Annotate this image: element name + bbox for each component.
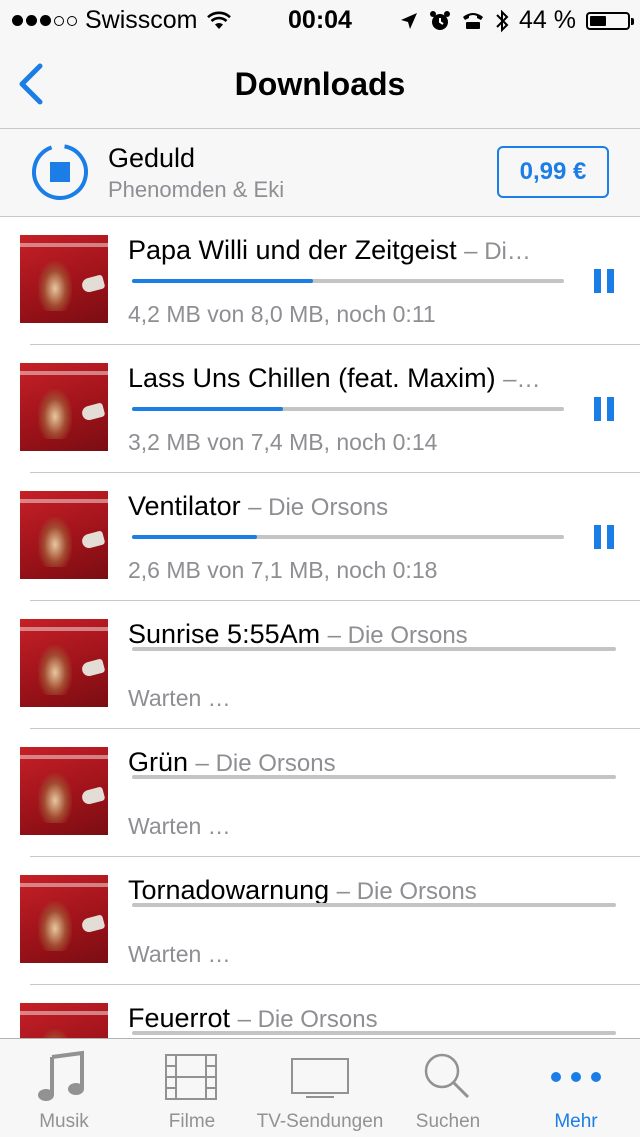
tab-label: Suchen xyxy=(415,1111,481,1132)
album-artwork xyxy=(20,235,108,323)
download-progress-bar xyxy=(132,535,564,539)
battery-percent: 44 % xyxy=(519,6,576,34)
download-progress-bar xyxy=(132,1031,616,1035)
download-row[interactable]: Tornadowarnung – Die Orsons Warten … xyxy=(0,857,640,985)
song-title: Grün xyxy=(128,747,189,777)
album-artwork xyxy=(20,875,108,963)
tab-filme[interactable]: Filme xyxy=(128,1039,256,1137)
tab-bar: Musik Filme TV-Sendungen Suchen Mehr xyxy=(0,1038,640,1137)
song-artist: – Di… xyxy=(464,238,531,265)
price-button[interactable]: 0,99 € xyxy=(497,146,609,198)
song-artist: – Die Orsons xyxy=(336,878,477,905)
navigation-bar: Downloads xyxy=(0,40,640,129)
bluetooth-icon xyxy=(496,9,509,32)
download-status: 3,2 MB von 7,4 MB, noch 0:14 xyxy=(128,429,438,455)
location-arrow-icon xyxy=(401,12,418,29)
download-row[interactable]: Papa Willi und der Zeitgeist – Di… 4,2 MB… xyxy=(0,217,640,345)
tab-label: Filme xyxy=(168,1111,216,1132)
more-icon xyxy=(551,1072,601,1082)
song-title: Feuerrot xyxy=(128,1003,231,1033)
song-title: Lass Uns Chillen (feat. Maxim) xyxy=(128,363,496,393)
tv-icon xyxy=(291,1058,349,1098)
current-download: Geduld Phenomden & Eki 0,99 € xyxy=(0,129,640,217)
pause-icon[interactable] xyxy=(594,269,614,293)
download-row[interactable]: Ventilator – Die Orsons 2,6 MB von 7,1 MB… xyxy=(0,473,640,601)
tab-label: Musik xyxy=(39,1111,89,1132)
download-status: Warten … xyxy=(128,685,231,711)
tab-musik[interactable]: Musik xyxy=(0,1039,128,1137)
tab-label: TV-Sendungen xyxy=(256,1111,384,1132)
song-artist: – Die Orsons xyxy=(327,622,468,649)
battery-icon xyxy=(586,11,634,30)
download-progress-bar xyxy=(132,775,616,779)
download-status: 4,2 MB von 8,0 MB, noch 0:11 xyxy=(128,301,436,327)
status-icons: 44 % xyxy=(399,6,634,35)
song-title: Sunrise 5:55Am xyxy=(128,619,321,649)
song-title: Tornadowarnung xyxy=(128,875,330,905)
search-icon xyxy=(424,1053,470,1099)
pause-icon[interactable] xyxy=(594,397,614,421)
status-bar: Swisscom 00:04 44 % xyxy=(0,0,640,40)
song-title: Ventilator xyxy=(128,491,241,521)
page-title: Downloads xyxy=(234,66,406,102)
download-progress-stop-icon[interactable] xyxy=(30,142,90,202)
song-title-line: Sunrise 5:55Am – Die Orsons xyxy=(128,619,560,650)
download-row[interactable]: Feuerrot – Die Orsons xyxy=(0,985,640,1038)
tab-label: Mehr xyxy=(554,1111,598,1132)
film-strip-icon xyxy=(165,1054,217,1100)
tab-tv-sendungen[interactable]: TV-Sendungen xyxy=(256,1039,384,1137)
song-title-line: Tornadowarnung – Die Orsons xyxy=(128,875,560,906)
song-title-line: Papa Willi und der Zeitgeist – Di… xyxy=(128,235,560,266)
download-status: Warten … xyxy=(128,813,231,839)
song-title-line: Lass Uns Chillen (feat. Maxim) –… xyxy=(128,363,560,394)
song-title: Papa Willi und der Zeitgeist xyxy=(128,235,457,265)
song-artist: –… xyxy=(503,366,541,393)
download-row[interactable]: Grün – Die Orsons Warten … xyxy=(0,729,640,857)
download-progress-bar xyxy=(132,279,564,283)
download-row[interactable]: Sunrise 5:55Am – Die Orsons Warten … xyxy=(0,601,640,729)
album-artwork xyxy=(20,363,108,451)
album-artwork xyxy=(20,1003,108,1038)
song-artist: – Die Orsons xyxy=(248,494,389,521)
album-artwork xyxy=(20,747,108,835)
song-title-line: Grün – Die Orsons xyxy=(128,747,560,778)
song-title-line: Feuerrot – Die Orsons xyxy=(128,1003,560,1034)
song-artist: – Die Orsons xyxy=(195,750,336,777)
album-artwork xyxy=(20,491,108,579)
album-artwork xyxy=(20,619,108,707)
current-song-artist: Phenomden & Eki xyxy=(108,177,285,202)
download-row[interactable]: Lass Uns Chillen (feat. Maxim) –… 3,2 MB … xyxy=(0,345,640,473)
download-status: 2,6 MB von 7,1 MB, noch 0:18 xyxy=(128,557,438,583)
download-status: Warten … xyxy=(128,941,231,967)
song-title-line: Ventilator – Die Orsons xyxy=(128,491,560,522)
downloads-list: Papa Willi und der Zeitgeist – Di… 4,2 MB… xyxy=(0,217,640,1038)
tty-icon xyxy=(463,12,484,29)
download-progress-bar xyxy=(132,903,616,907)
tab-suchen[interactable]: Suchen xyxy=(384,1039,512,1137)
tab-mehr[interactable]: Mehr xyxy=(512,1039,640,1137)
download-progress-bar xyxy=(132,407,564,411)
alarm-clock-icon xyxy=(430,10,451,30)
music-note-icon xyxy=(38,1050,84,1101)
song-artist: – Die Orsons xyxy=(237,1006,378,1033)
current-song-title: Geduld xyxy=(108,143,196,173)
pause-icon[interactable] xyxy=(594,525,614,549)
download-progress-bar xyxy=(132,647,616,651)
